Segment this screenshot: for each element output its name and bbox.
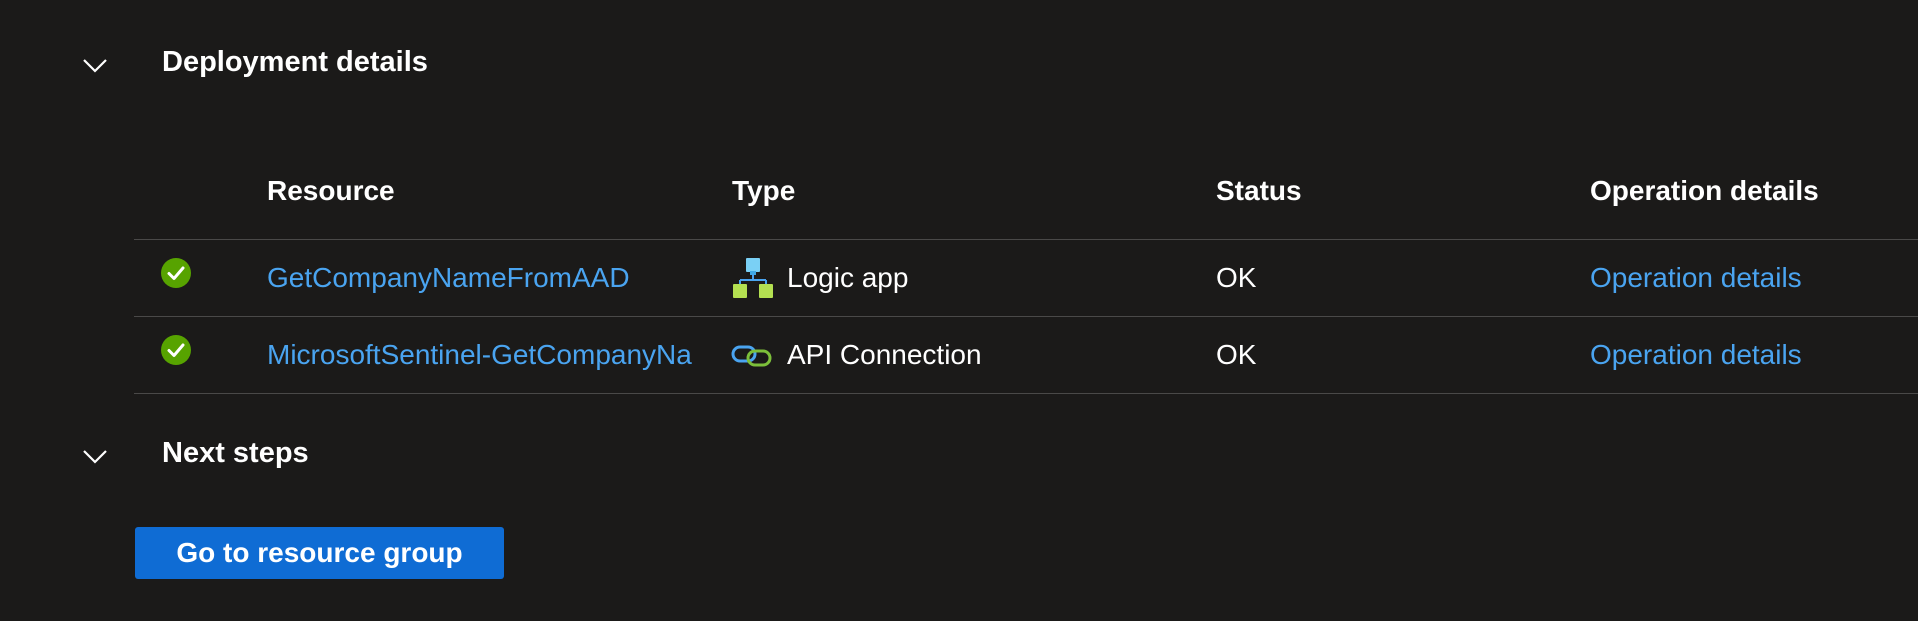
table-row: GetCompanyNameFromAAD Logic app OK Opera… [134, 240, 1918, 317]
resource-link[interactable]: GetCompanyNameFromAAD [267, 262, 630, 294]
collapse-next-steps-chevron-icon[interactable] [80, 441, 110, 471]
success-check-icon [161, 258, 191, 288]
resource-link[interactable]: MicrosoftSentinel-GetCompanyNa [267, 339, 692, 371]
collapse-deployment-details-chevron-icon[interactable] [80, 50, 110, 80]
column-header-operation-details: Operation details [1590, 175, 1819, 206]
operation-details-cell: Operation details [1590, 240, 1802, 316]
api-connection-icon [731, 334, 773, 376]
table-header: Resource Type Status Operation details [134, 160, 1918, 240]
operation-details-link[interactable]: Operation details [1590, 262, 1802, 294]
go-to-resource-group-button[interactable]: Go to resource group [135, 527, 504, 579]
status-cell: OK [1216, 262, 1257, 293]
next-steps-title: Next steps [162, 437, 309, 469]
type-cell: API Connection [731, 317, 982, 393]
type-label: Logic app [787, 262, 909, 293]
logic-app-icon [731, 257, 773, 299]
column-header-type: Type [732, 175, 796, 206]
operation-details-cell: Operation details [1590, 317, 1802, 393]
type-label: API Connection [787, 339, 982, 370]
column-header-resource: Resource [267, 175, 395, 206]
operation-details-link[interactable]: Operation details [1590, 339, 1802, 371]
column-header-status: Status [1216, 175, 1302, 206]
success-check-icon [161, 335, 191, 365]
deployment-details-title: Deployment details [162, 46, 428, 78]
deployment-details-table: Resource Type Status Operation details G… [134, 160, 1918, 394]
type-cell: Logic app [731, 240, 908, 316]
status-cell: OK [1216, 339, 1257, 370]
table-row: MicrosoftSentinel-GetCompanyNa API Conne… [134, 317, 1918, 394]
